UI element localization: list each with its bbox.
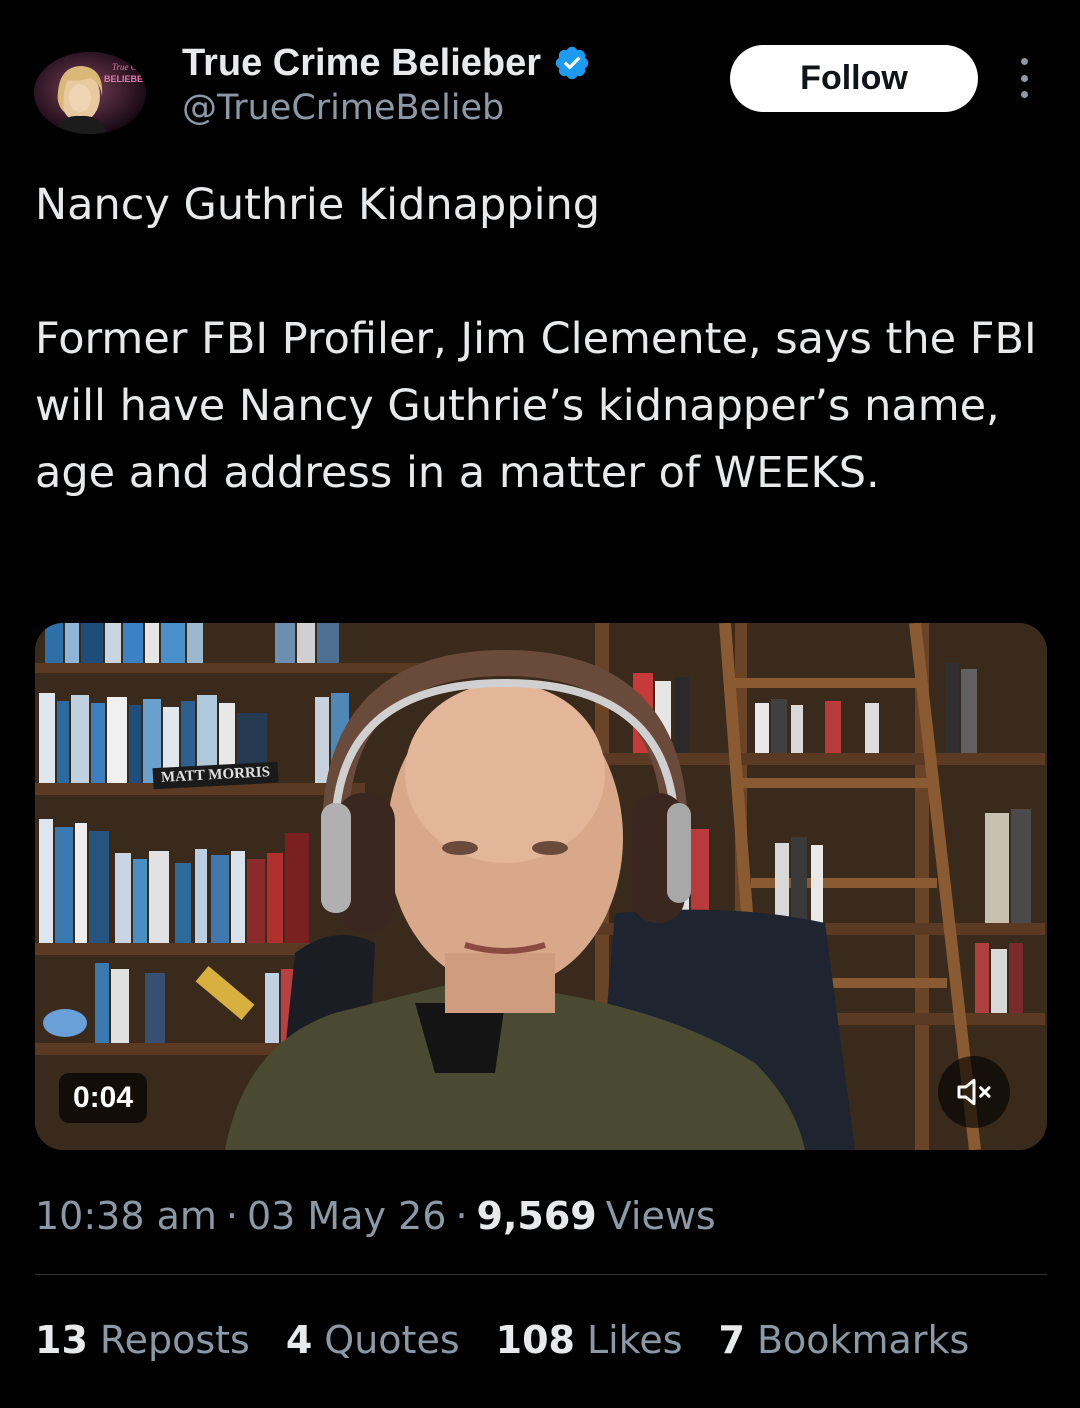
meta-separator: · [225, 1194, 238, 1238]
follow-button[interactable]: Follow [730, 45, 978, 112]
quotes-count: 4 [285, 1318, 313, 1362]
mute-button[interactable] [938, 1056, 1010, 1128]
tweet-text: Nancy Guthrie Kidnapping Former FBI Prof… [35, 172, 1045, 507]
svg-text:BELIEBER: BELIEBER [104, 74, 146, 84]
svg-text:True Crime: True Crime [112, 62, 146, 72]
meta-separator: · [455, 1194, 468, 1238]
video-player[interactable]: MATT MORRIS 0:04 [35, 623, 1047, 1150]
author-name-row[interactable]: True Crime Belieber [182, 38, 591, 88]
reposts-label: Reposts [99, 1318, 250, 1362]
likes-count: 108 [495, 1318, 575, 1362]
tweet-body: Former FBI Profiler, Jim Clemente, says … [35, 314, 1037, 498]
quotes-label: Quotes [324, 1318, 460, 1362]
author-handle[interactable]: @TrueCrimeBelieb [182, 88, 504, 128]
more-options-button[interactable] [1006, 58, 1042, 98]
bookmarks-count: 7 [718, 1318, 745, 1362]
verified-badge-icon [555, 46, 589, 80]
volume-muted-icon [957, 1078, 991, 1106]
tweet-time[interactable]: 10:38 am [35, 1194, 217, 1238]
video-timer: 0:04 [59, 1073, 148, 1123]
tweet-date[interactable]: 03 May 26 [247, 1194, 446, 1238]
reposts-stat[interactable]: 13 Reposts [35, 1318, 250, 1362]
author-display-name[interactable]: True Crime Belieber [182, 42, 541, 85]
engagement-stats: 13 Reposts 4 Quotes 108 Likes 7 Bookmark… [35, 1312, 969, 1368]
bookmarks-label: Bookmarks [756, 1318, 970, 1362]
reposts-count: 13 [35, 1318, 88, 1362]
video-frame [35, 623, 1047, 1150]
avatar[interactable]: True Crime BELIEBER [34, 52, 146, 134]
likes-label: Likes [586, 1318, 683, 1362]
vertical-ellipsis-icon [1020, 58, 1028, 65]
divider [35, 1274, 1047, 1275]
tweet-meta: 10:38 am · 03 May 26 · 9,569 Views [35, 1190, 716, 1242]
views-label: Views [605, 1194, 716, 1238]
bookmarks-stat[interactable]: 7 Bookmarks [719, 1318, 970, 1362]
avatar-image: True Crime BELIEBER [34, 52, 146, 134]
likes-stat[interactable]: 108 Likes [496, 1318, 683, 1362]
views-count: 9,569 [476, 1194, 597, 1238]
tweet-title-line: Nancy Guthrie Kidnapping [35, 180, 601, 230]
quotes-stat[interactable]: 4 Quotes [286, 1318, 460, 1362]
